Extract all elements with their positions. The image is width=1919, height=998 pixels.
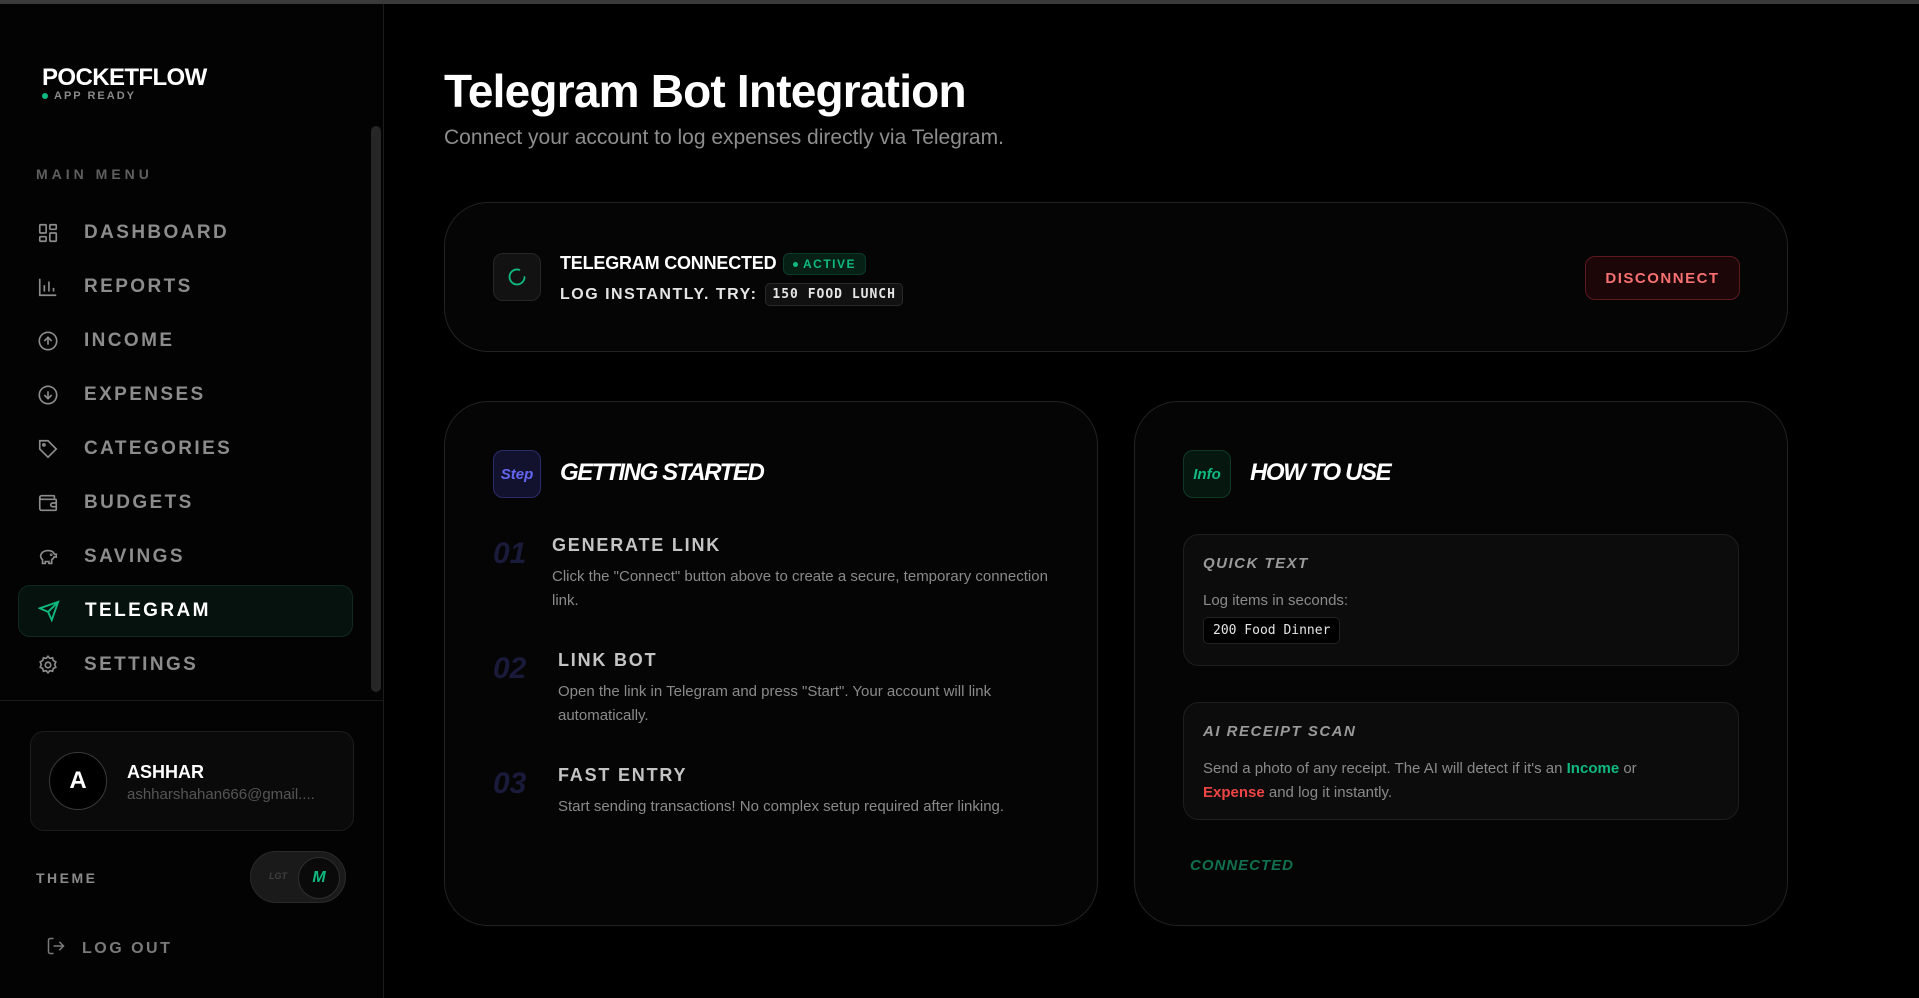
user-profile-card[interactable]: A ASHHAR ashharshahan666@gmail.... xyxy=(30,731,354,831)
quick-text-title: QUICK TEXT xyxy=(1203,555,1309,572)
step-description: Open the link in Telegram and press "Sta… xyxy=(558,683,992,724)
app-status-label: APP READY xyxy=(54,90,136,102)
connection-status-card: TELEGRAM CONNECTED ACTIVE LOG INSTANTLY.… xyxy=(444,202,1788,352)
theme-label: THEME xyxy=(36,870,98,886)
receipt-text-1: Send a photo of any receipt. The AI will… xyxy=(1203,760,1567,777)
sidebar-item-telegram[interactable]: TELEGRAM xyxy=(18,585,353,637)
step-number: 01 xyxy=(493,537,527,570)
sidebar-item-reports[interactable]: REPORTS xyxy=(18,261,353,313)
step-description: Start sending transactions! No complex s… xyxy=(558,798,1005,815)
page-subtitle: Connect your account to log expenses dir… xyxy=(444,126,1004,149)
connection-title: TELEGRAM CONNECTED xyxy=(560,253,777,273)
quick-text-description: Log items in seconds: xyxy=(1203,592,1349,609)
connection-status-label: CONNECTED xyxy=(1190,857,1295,874)
sidebar-divider xyxy=(0,700,384,701)
info-tag: Info xyxy=(1183,450,1231,498)
sidebar-item-label: INCOME xyxy=(84,330,175,351)
sidebar-scrollbar[interactable] xyxy=(371,126,381,692)
disconnect-button[interactable]: DISCONNECT xyxy=(1585,256,1740,300)
app-logo[interactable]: POCKETFLOW xyxy=(42,64,207,92)
getting-started-title: GETTING STARTED xyxy=(560,459,765,486)
wallet-icon xyxy=(36,491,60,515)
connection-hint: LOG INSTANTLY. TRY: 150 FOOD LUNCH xyxy=(560,283,903,306)
sidebar-item-label: BUDGETS xyxy=(84,492,194,513)
connection-hint-text: LOG INSTANTLY. TRY: xyxy=(560,285,758,303)
logout-label: LOG OUT xyxy=(82,939,173,957)
how-to-use-title: HOW TO USE xyxy=(1250,459,1392,486)
step-tag: Step xyxy=(493,450,541,498)
sidebar-item-dashboard[interactable]: DASHBOARD xyxy=(18,207,353,259)
badge-dot xyxy=(793,261,798,267)
piggy-bank-icon xyxy=(36,545,60,569)
step-description: Click the "Connect" button above to crea… xyxy=(552,568,1048,609)
quick-text-panel: QUICK TEXT Log items in seconds: 200 Foo… xyxy=(1183,534,1739,666)
sidebar-item-settings[interactable]: SETTINGS xyxy=(18,639,353,691)
page-title: Telegram Bot Integration xyxy=(444,65,967,117)
sidebar-item-label: EXPENSES xyxy=(84,384,206,405)
receipt-scan-description: Send a photo of any receipt. The AI will… xyxy=(1203,757,1723,805)
quick-text-example: 200 Food Dinner xyxy=(1203,617,1341,644)
avatar: A xyxy=(49,752,107,810)
receipt-text-2: or xyxy=(1619,760,1637,777)
example-command: 150 FOOD LUNCH xyxy=(765,283,903,306)
sidebar-item-label: REPORTS xyxy=(84,276,193,297)
sidebar-item-categories[interactable]: CATEGORIES xyxy=(18,423,353,475)
bar-chart-icon xyxy=(36,275,60,299)
status-dot xyxy=(42,93,48,99)
theme-toggle-off-label: LGT xyxy=(269,871,287,881)
user-name: ASHHAR xyxy=(127,762,205,782)
sidebar-item-label: CATEGORIES xyxy=(84,438,233,459)
menu-title: MAIN MENU xyxy=(36,166,153,182)
receipt-scan-title: AI RECEIPT SCAN xyxy=(1203,723,1357,740)
sidebar-item-savings[interactable]: SAVINGS xyxy=(18,531,353,583)
income-highlight: Income xyxy=(1566,760,1620,777)
status-badge: ACTIVE xyxy=(783,253,867,275)
step-number: 02 xyxy=(493,652,527,685)
sidebar-item-label: DASHBOARD xyxy=(84,222,230,243)
app-status: APP READY xyxy=(42,90,136,102)
theme-toggle[interactable]: LGT M xyxy=(250,851,346,903)
logout-button[interactable]: LOG OUT xyxy=(46,936,172,961)
status-badge-label: ACTIVE xyxy=(803,257,857,271)
step-title: LINK BOT xyxy=(558,650,658,670)
sidebar-item-income[interactable]: INCOME xyxy=(18,315,353,367)
send-icon xyxy=(37,599,61,623)
receipt-scan-panel: AI RECEIPT SCAN Send a photo of any rece… xyxy=(1183,702,1739,820)
user-email: ashharshahan666@gmail.... xyxy=(127,786,315,803)
step-title: GENERATE LINK xyxy=(552,535,722,555)
loading-spinner-icon xyxy=(493,253,541,301)
theme-toggle-knob[interactable]: M xyxy=(298,857,340,899)
gear-icon xyxy=(36,653,60,677)
step-title: FAST ENTRY xyxy=(558,765,688,785)
how-to-use-card: Info HOW TO USE QUICK TEXT Log items in … xyxy=(1134,401,1788,926)
arrow-down-circle-icon xyxy=(36,383,60,407)
sidebar-item-label: SAVINGS xyxy=(84,546,185,567)
expense-highlight: Expense xyxy=(1203,784,1265,801)
arrow-up-circle-icon xyxy=(36,329,60,353)
logout-icon xyxy=(46,936,66,961)
step-number: 03 xyxy=(493,767,527,800)
sidebar-nav: DASHBOARD REPORTS INCOME EXPENSES CATEGO… xyxy=(18,207,353,693)
sidebar: POCKETFLOW APP READY MAIN MENU DASHBOARD… xyxy=(0,4,384,998)
sidebar-item-budgets[interactable]: BUDGETS xyxy=(18,477,353,529)
sidebar-item-label: TELEGRAM xyxy=(85,600,211,621)
sidebar-item-label: SETTINGS xyxy=(84,654,199,675)
grid-icon xyxy=(36,221,60,245)
getting-started-card: Step GETTING STARTED 01 GENERATE LINK Cl… xyxy=(444,401,1098,926)
sidebar-item-expenses[interactable]: EXPENSES xyxy=(18,369,353,421)
receipt-text-3: and log it instantly. xyxy=(1264,784,1392,801)
tag-icon xyxy=(36,437,60,461)
